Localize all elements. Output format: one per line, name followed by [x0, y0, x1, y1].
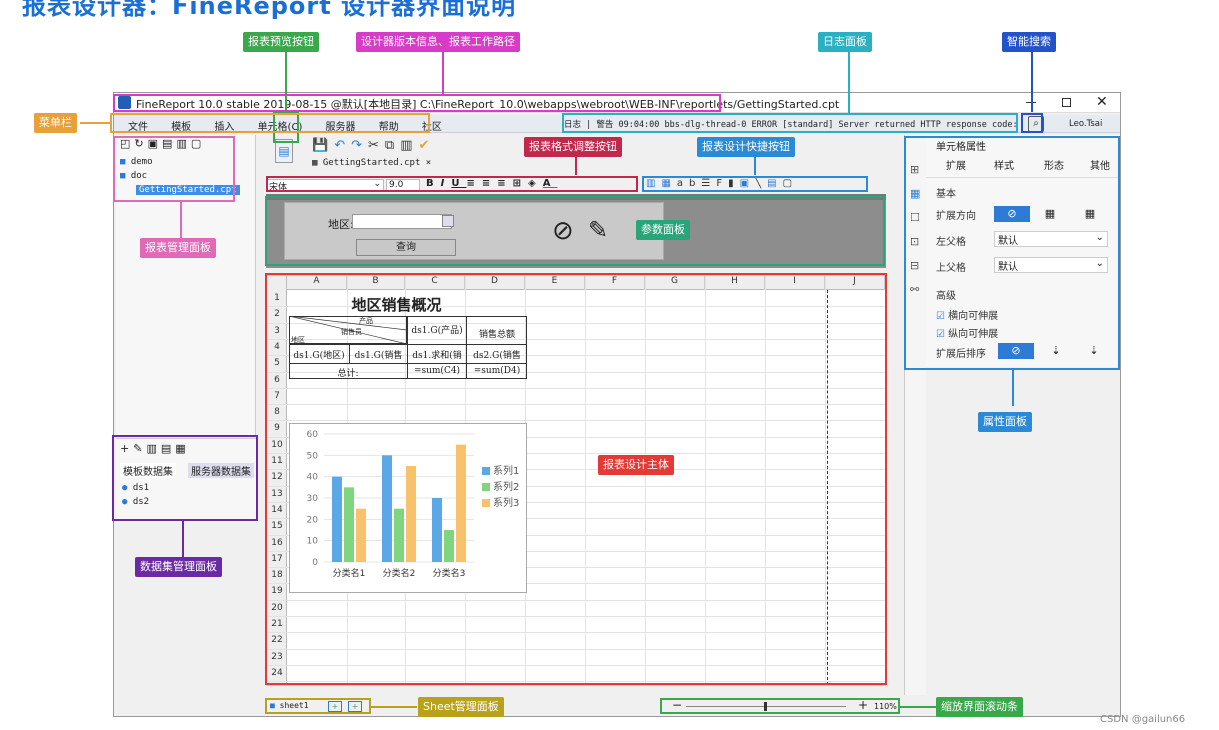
maximize-icon[interactable] [1062, 98, 1071, 107]
highlight-zoom [660, 698, 900, 714]
connector-line [1012, 370, 1014, 406]
label-zoom-scroll: 缩放界面滚动条 [936, 697, 1023, 717]
highlight-title [113, 94, 721, 112]
connector-line [180, 202, 182, 238]
connector-line [80, 122, 110, 124]
label-format-buttons: 报表格式调整按钮 [524, 137, 622, 157]
highlight-menubar [110, 113, 430, 133]
copy-icon[interactable]: ⧉ [385, 138, 400, 153]
user-name[interactable]: Leo.Tsai [1069, 119, 1102, 129]
label-quick-buttons: 报表设计快捷按钮 [697, 137, 795, 157]
connector-line [754, 155, 756, 175]
watermark: CSDN @gailun66 [1100, 714, 1186, 725]
paste-icon[interactable]: ▥ [400, 138, 418, 153]
file-tab[interactable]: ▦ GettingStarted.cpt × [312, 158, 431, 168]
label-log-panel: 日志面板 [818, 32, 872, 52]
highlight-dataset-manager [112, 435, 258, 521]
label-report-manager: 报表管理面板 [140, 238, 216, 258]
connector-line [371, 706, 417, 708]
highlight-search [1021, 113, 1043, 133]
cut-icon[interactable]: ✂ [368, 138, 385, 153]
highlight-format [266, 176, 638, 192]
close-icon[interactable]: ✕ [1096, 94, 1108, 110]
undo-icon[interactable]: ↶ [334, 138, 351, 153]
redo-icon[interactable]: ↷ [351, 138, 368, 153]
highlight-report-manager [113, 136, 235, 202]
label-sheet-manager: Sheet管理面板 [418, 697, 504, 717]
label-dataset-manager: 数据集管理面板 [135, 557, 222, 577]
highlight-param-panel [265, 196, 885, 266]
connector-line [900, 706, 936, 708]
highlight-design-body [265, 273, 887, 685]
label-design-body: 报表设计主体 [598, 455, 674, 475]
label-property-panel: 属性面板 [978, 412, 1032, 432]
highlight-quick [642, 176, 868, 192]
highlight-property-panel [904, 136, 1120, 370]
quick-toolbar: 💾↶↷✂⧉▥✔ [312, 138, 435, 153]
format-painter-icon[interactable]: ✔ [419, 138, 436, 153]
label-preview-button: 报表预览按钮 [243, 32, 319, 52]
label-version-info: 设计器版本信息、报表工作路径 [356, 32, 520, 52]
page-heading: 报表设计器：FineReport 设计器界面说明 [22, 0, 517, 20]
save-icon[interactable]: 💾 [312, 138, 334, 153]
label-param-panel: 参数面板 [636, 220, 690, 240]
connector-line [442, 52, 444, 94]
highlight-sheet-tabs [265, 698, 371, 714]
label-smart-search: 智能搜索 [1002, 32, 1056, 52]
connector-line [575, 155, 577, 175]
connector-line [182, 521, 184, 557]
connector-line [1031, 52, 1033, 112]
label-menubar: 菜单栏 [34, 113, 77, 133]
connector-line [848, 52, 850, 114]
highlight-log [562, 113, 1018, 133]
